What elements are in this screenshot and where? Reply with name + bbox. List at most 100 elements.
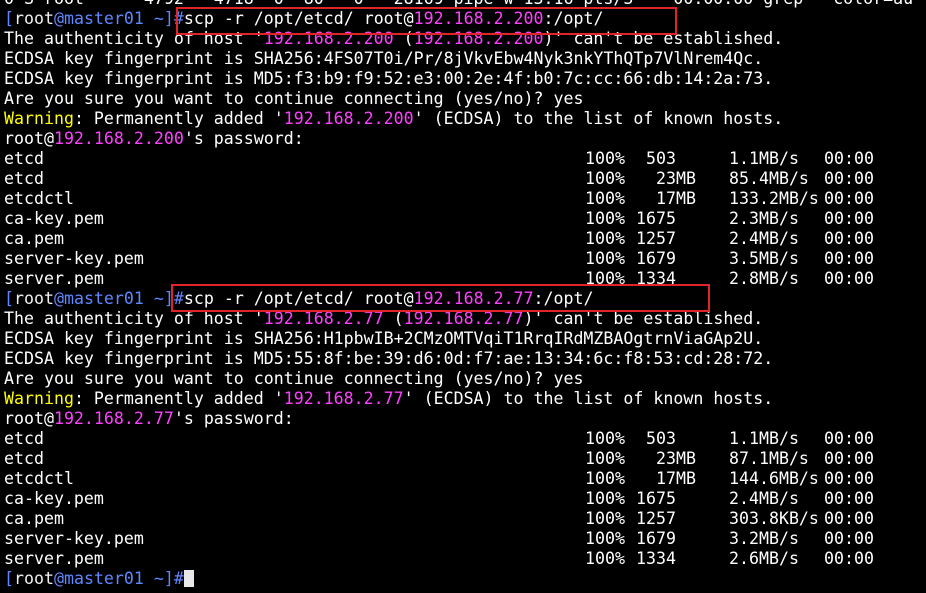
transfer-row: ca-key.pem 100% 1675 2.3MB/s 00:00 (4, 209, 926, 229)
transfer-size: 17MB (636, 189, 696, 208)
command-ip: 192.168.2.77 (413, 289, 534, 308)
transfer-percent: 100% (585, 189, 625, 208)
file-name: ca-key.pem (4, 489, 104, 508)
auth-text: )' can't be established. (543, 29, 784, 48)
prompt-bracket: [ (4, 569, 14, 588)
host-ip: 192.168.2.77 (53, 409, 174, 428)
transfer-row: server-key.pem 100% 1679 3.5MB/s 00:00 (4, 249, 926, 269)
transfer-row: etcdctl 100% 17MB 133.2MB/s 00:00 (4, 189, 926, 209)
sha256-fingerprint-line: ECDSA key fingerprint is SHA256:4FS07T0i… (4, 49, 764, 68)
transfer-percent: 100% (585, 509, 625, 528)
transfer-size: 1679 (636, 529, 676, 548)
transfer-time: 00:00 (824, 509, 874, 528)
transfer-percent: 100% (585, 209, 625, 228)
transfer-row: etcd 100% 23MB 87.1MB/s 00:00 (4, 449, 926, 469)
warning-text: ' (ECDSA) to the list of known hosts. (413, 109, 784, 128)
transfer-time: 00:00 (824, 489, 874, 508)
transfer-percent: 100% (585, 529, 625, 548)
host-ip: 192.168.2.77 (403, 309, 524, 328)
file-name: server.pem (4, 269, 104, 288)
transfer-rate: 1.1MB/s (729, 429, 799, 448)
transfer-time: 00:00 (824, 469, 874, 488)
auth-text: The authenticity of host ' (4, 29, 264, 48)
transfer-size: 503 (636, 149, 676, 168)
transfer-rate: 2.4MB/s (729, 489, 799, 508)
transfer-time: 00:00 (824, 149, 874, 168)
text-cursor[interactable] (183, 570, 194, 587)
auth-text: ( (393, 29, 414, 48)
prompt-at: @ (53, 289, 64, 308)
transfer-percent: 100% (585, 169, 625, 188)
transfer-time: 00:00 (824, 449, 874, 468)
password-user: root@ (4, 409, 54, 428)
transfer-rate: 3.2MB/s (729, 529, 799, 548)
transfer-size: 23MB (636, 449, 696, 468)
password-prompt-line: root@192.168.2.77's password: (4, 409, 926, 429)
file-name: etcdctl (4, 189, 74, 208)
transfer-row: ca.pem 100% 1257 2.4MB/s 00:00 (4, 229, 926, 249)
file-name: etcd (4, 429, 44, 448)
file-name: ca.pem (4, 229, 64, 248)
auth-text: The authenticity of host ' (4, 309, 264, 328)
prompt-tail: ~]# (143, 569, 184, 588)
transfer-rate: 2.4MB/s (729, 229, 799, 248)
host-ip: 192.168.2.200 (263, 29, 394, 48)
transfer-rate: 144.6MB/s (729, 469, 819, 488)
transfer-time: 00:00 (824, 269, 874, 288)
file-name: server.pem (4, 549, 104, 568)
file-name: ca-key.pem (4, 209, 104, 228)
password-user: root@ (4, 129, 54, 148)
transfer-size: 23MB (636, 169, 696, 188)
transfer-row: etcd 100% 23MB 85.4MB/s 00:00 (4, 169, 926, 189)
transfer-size: 1679 (636, 249, 676, 268)
partial-ps-output-line: 0 S root 4792 4718 0 80 0 - 28169 pipe_w… (4, 0, 926, 9)
transfer-row: ca-key.pem 100% 1675 2.4MB/s 00:00 (4, 489, 926, 509)
transfer-rate: 133.2MB/s (729, 189, 819, 208)
terminal-output[interactable]: 0 S root 4792 4718 0 80 0 - 28169 pipe_w… (4, 0, 926, 589)
transfer-size: 503 (636, 429, 676, 448)
transfer-row: server-key.pem 100% 1679 3.2MB/s 00:00 (4, 529, 926, 549)
scp-command-text: scp -r /opt/etcd/ root@ (183, 289, 414, 308)
prompt-bracket: [ (4, 9, 14, 28)
transfer-size: 1675 (636, 489, 676, 508)
prompt-host: master01 (63, 9, 144, 28)
prompt-user: root (14, 569, 54, 588)
confirm-prompt-line: Are you sure you want to continue connec… (4, 369, 584, 388)
transfer-time: 00:00 (824, 429, 874, 448)
host-ip: 192.168.2.200 (53, 129, 184, 148)
scp-command-text: scp -r /opt/etcd/ root@ (183, 9, 414, 28)
transfer-percent: 100% (585, 429, 625, 448)
host-ip: 192.168.2.200 (413, 29, 544, 48)
transfer-percent: 100% (585, 149, 625, 168)
file-name: etcd (4, 449, 44, 468)
transfer-percent: 100% (585, 269, 625, 288)
transfer-time: 00:00 (824, 529, 874, 548)
shell-prompt-line-current[interactable]: [root@master01 ~]# (4, 569, 926, 589)
confirm-prompt-line: Are you sure you want to continue connec… (4, 89, 584, 108)
transfer-time: 00:00 (824, 189, 874, 208)
prompt-user: root (14, 9, 54, 28)
md5-fingerprint-line: ECDSA key fingerprint is MD5:f3:b9:f9:52… (4, 69, 774, 88)
transfer-percent: 100% (585, 469, 625, 488)
transfer-time: 00:00 (824, 549, 874, 568)
sha256-fingerprint-line: ECDSA key fingerprint is SHA256:H1pbwIB+… (4, 329, 764, 348)
command-dest-path: :/opt/ (533, 289, 594, 308)
transfer-rate: 2.6MB/s (729, 549, 799, 568)
warning-text: : Permanently added ' (73, 389, 284, 408)
shell-prompt-line: [root@master01 ~]#scp -r /opt/etcd/ root… (4, 289, 926, 309)
warning-label: Warning (4, 389, 74, 408)
transfer-size: 1334 (636, 269, 676, 288)
transfer-percent: 100% (585, 449, 625, 468)
transfer-rate: 3.5MB/s (729, 249, 799, 268)
transfer-row: etcdctl 100% 17MB 144.6MB/s 00:00 (4, 469, 926, 489)
host-ip: 192.168.2.77 (263, 309, 384, 328)
command-ip: 192.168.2.200 (413, 9, 544, 28)
transfer-row: ca.pem 100% 1257 303.8KB/s 00:00 (4, 509, 926, 529)
transfer-size: 1257 (636, 509, 676, 528)
warning-text: ' (ECDSA) to the list of known hosts. (403, 389, 774, 408)
transfer-size: 17MB (636, 469, 696, 488)
transfer-size: 1257 (636, 229, 676, 248)
transfer-time: 00:00 (824, 249, 874, 268)
prompt-tail: ~]# (143, 289, 184, 308)
transfer-time: 00:00 (824, 209, 874, 228)
